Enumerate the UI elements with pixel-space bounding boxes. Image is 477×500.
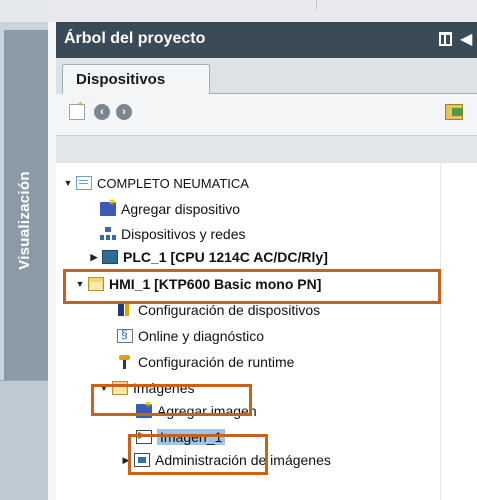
tree-item-online-diag[interactable]: Online y diagnóstico: [117, 324, 264, 348]
tree-item-label: Configuración de runtime: [138, 354, 295, 370]
expand-right-icon[interactable]: ▶: [88, 252, 100, 263]
tab-dispositivos[interactable]: Dispositivos: [62, 64, 210, 94]
new-folder-icon[interactable]: [69, 99, 85, 120]
network-icon: [100, 227, 116, 241]
tree-item-label: PLC_1 [CPU 1214C AC/DC/Rly]: [123, 249, 328, 265]
collapse-left-icon[interactable]: ◀: [460, 29, 472, 49]
tree-item-label: COMPLETO NEUMATICA: [97, 175, 249, 191]
panel-title: Árbol del proyecto: [64, 30, 206, 47]
tree-item-project[interactable]: ▼ COMPLETO NEUMATICA: [62, 171, 249, 195]
tree-item-label: Dispositivos y redes: [121, 226, 246, 242]
back-icon[interactable]: ‹: [94, 104, 110, 120]
side-tab-label: Visualización: [15, 170, 33, 270]
top-strip: [48, 0, 477, 22]
forward-icon[interactable]: ›: [116, 104, 132, 120]
expand-down-icon[interactable]: ▼: [62, 178, 74, 188]
title-bar: Árbol del proyecto ◀: [56, 22, 477, 58]
tree-item-plc[interactable]: ▶ PLC_1 [CPU 1214C AC/DC/Rly]: [88, 247, 328, 267]
add-device-icon: [100, 195, 117, 216]
side-panel: Visualización: [0, 0, 48, 500]
tree-item-devices-networks[interactable]: Dispositivos y redes: [100, 222, 246, 246]
tree-item-add-device[interactable]: Agregar dispositivo: [100, 195, 241, 221]
toolbar: ‹ ›: [56, 94, 477, 136]
highlight-box-images: [91, 384, 252, 416]
overview-icon[interactable]: [445, 104, 463, 120]
pin-icon[interactable]: [439, 32, 452, 46]
plc-icon: [102, 250, 118, 264]
highlight-box-hmi: [63, 269, 441, 304]
online-diag-icon: [117, 327, 133, 343]
runtime-config-icon: [117, 355, 133, 369]
tree-item-label: Configuración de dispositivos: [138, 302, 321, 318]
device-config-icon: [117, 303, 133, 317]
tree-item-label: Online y diagnóstico: [138, 328, 265, 344]
project-icon: [76, 176, 92, 190]
tree-item-runtime-config[interactable]: Configuración de runtime: [117, 350, 294, 374]
tree-item-label: Agregar dispositivo: [121, 201, 241, 217]
highlight-box-image-1: [128, 434, 268, 475]
